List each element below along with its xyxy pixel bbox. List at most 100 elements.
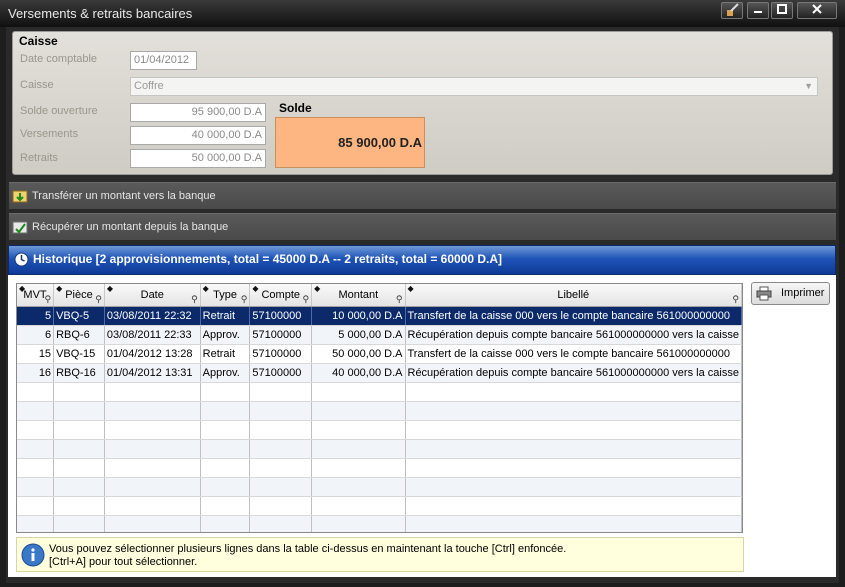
historique-table[interactable]: ◆ MVT ⚲ ◆ Pièce ⚲ ◆ Date ⚲ ◆ Type ⚲ ◆ Compte ⚲ ◆ Mo…	[16, 283, 743, 533]
table-cell	[405, 401, 742, 421]
table-row[interactable]: 6 RBQ-6 03/08/2011 22:33 Approv. 57100000 5 0…	[17, 325, 742, 345]
table-cell	[249, 477, 313, 497]
table-row-empty[interactable]	[17, 496, 742, 516]
table-cell	[249, 458, 313, 478]
table-cell	[200, 382, 251, 402]
table-cell: Retrait	[200, 344, 251, 364]
table-row[interactable]: 16 RBQ-16 01/04/2012 13:31 Approv. 57100000 4…	[17, 363, 742, 383]
table-cell	[249, 382, 313, 402]
table-cell: 01/04/2012 13:28	[104, 344, 201, 364]
table-cell	[104, 420, 201, 440]
filter-icon: ⚲	[302, 293, 310, 304]
table-cell	[104, 382, 201, 402]
table-cell: 57100000	[249, 363, 313, 383]
table-cell	[104, 515, 201, 532]
table-cell	[200, 496, 251, 516]
table-cell	[249, 496, 313, 516]
column-header-piece[interactable]: ◆ Pièce ⚲	[53, 284, 105, 307]
column-header-compte[interactable]: ◆ Compte ⚲	[249, 284, 313, 307]
table-cell: Transfert de la caisse 000 vers le compt…	[405, 344, 742, 364]
table-cell	[311, 477, 406, 497]
table-cell: 40 000,00 D.A	[311, 363, 406, 383]
table-cell	[53, 496, 105, 516]
table-row[interactable]: 5 VBQ-5 03/08/2011 22:32 Retrait 57100000 10 …	[17, 306, 742, 326]
column-header-type[interactable]: ◆ Type ⚲	[200, 284, 251, 307]
filter-icon: ⚲	[95, 293, 102, 304]
historique-header: Historique [2 approvisionnements, total …	[8, 245, 836, 275]
solde-ouverture-label: Solde ouverture	[20, 105, 98, 117]
date-comptable-field[interactable]: 01/04/2012	[130, 51, 197, 70]
table-cell: 50 000,00 D.A	[311, 344, 406, 364]
table-cell	[104, 439, 201, 459]
table-cell	[17, 496, 55, 516]
caisse-select[interactable]: Coffre ▼	[130, 77, 818, 96]
table-cell: 10 000,00 D.A	[311, 306, 406, 326]
column-header-montant[interactable]: ◆ Montant ⚲	[311, 284, 406, 307]
table-cell: 5 000,00 D.A	[311, 325, 406, 345]
table-cell: VBQ-15	[53, 344, 105, 364]
skin-brush-button[interactable]	[721, 2, 743, 19]
caisse-select-value: Coffre	[134, 80, 164, 92]
table-cell	[405, 477, 742, 497]
table-cell	[17, 458, 55, 478]
title-bar: Versements & retraits bancaires	[0, 0, 845, 27]
table-cell	[311, 458, 406, 478]
table-cell	[200, 439, 251, 459]
table-row-empty[interactable]	[17, 515, 742, 532]
minimize-button[interactable]	[747, 2, 769, 19]
recover-from-bank-button[interactable]: Récupérer un montant depuis la banque	[9, 213, 836, 241]
table-cell	[200, 477, 251, 497]
table-row-empty[interactable]	[17, 458, 742, 478]
column-header-mvt[interactable]: ◆ MVT ⚲	[17, 284, 55, 307]
table-cell	[405, 420, 742, 440]
table-row-empty[interactable]	[17, 477, 742, 497]
table-cell	[311, 382, 406, 402]
table-cell	[405, 382, 742, 402]
table-cell	[53, 458, 105, 478]
caisse-title: Caisse	[19, 34, 58, 48]
table-row-empty[interactable]	[17, 420, 742, 440]
table-cell	[200, 515, 251, 532]
solde-value: 85 900,00 D.A	[275, 117, 425, 168]
table-cell	[200, 420, 251, 440]
solde-label: Solde	[279, 101, 312, 115]
table-cell	[53, 382, 105, 402]
table-cell: Récupération depuis compte bancaire 5610…	[405, 325, 742, 345]
table-cell	[17, 439, 55, 459]
column-header-date[interactable]: ◆ Date ⚲	[104, 284, 201, 307]
table-cell: Approv.	[200, 325, 251, 345]
versements-field[interactable]: 40 000,00 D.A	[130, 126, 266, 145]
minimize-icon	[754, 11, 762, 13]
filter-icon: ⚲	[240, 293, 248, 304]
historique-title: Historique [2 approvisionnements, total …	[33, 252, 503, 266]
column-header-libelle[interactable]: ◆ Libellé ⚲	[405, 284, 742, 307]
maximize-icon	[777, 4, 787, 14]
maximize-button[interactable]	[771, 2, 793, 19]
info-line-1: Vous pouvez sélectionner plusieurs ligne…	[49, 543, 567, 555]
table-cell: Récupération depuis compte bancaire 5610…	[405, 363, 742, 383]
brush-icon	[727, 3, 739, 16]
table-cell: 16	[17, 363, 55, 383]
table-cell: RBQ-6	[53, 325, 105, 345]
transfer-to-bank-icon	[12, 190, 28, 203]
table-cell	[405, 496, 742, 516]
retraits-label: Retraits	[20, 152, 58, 164]
filter-icon: ⚲	[395, 293, 403, 304]
table-row-empty[interactable]	[17, 382, 742, 402]
solde-ouverture-field[interactable]: 95 900,00 D.A	[130, 103, 266, 122]
table-row-empty[interactable]	[17, 401, 742, 421]
table-cell	[104, 458, 201, 478]
table-cell	[17, 382, 55, 402]
table-cell	[249, 420, 313, 440]
table-cell	[311, 401, 406, 421]
filter-icon: ⚲	[732, 293, 739, 304]
table-row-empty[interactable]	[17, 439, 742, 459]
table-row[interactable]: 15 VBQ-15 01/04/2012 13:28 Retrait 57100000 5…	[17, 344, 742, 364]
retraits-field[interactable]: 50 000,00 D.A	[130, 149, 266, 168]
table-cell	[104, 496, 201, 516]
table-cell	[311, 515, 406, 532]
close-button[interactable]	[797, 2, 837, 19]
print-button[interactable]: Imprimer	[751, 282, 830, 305]
table-cell: 57100000	[249, 325, 313, 345]
transfer-to-bank-button[interactable]: Transférer un montant vers la banque	[9, 182, 836, 210]
